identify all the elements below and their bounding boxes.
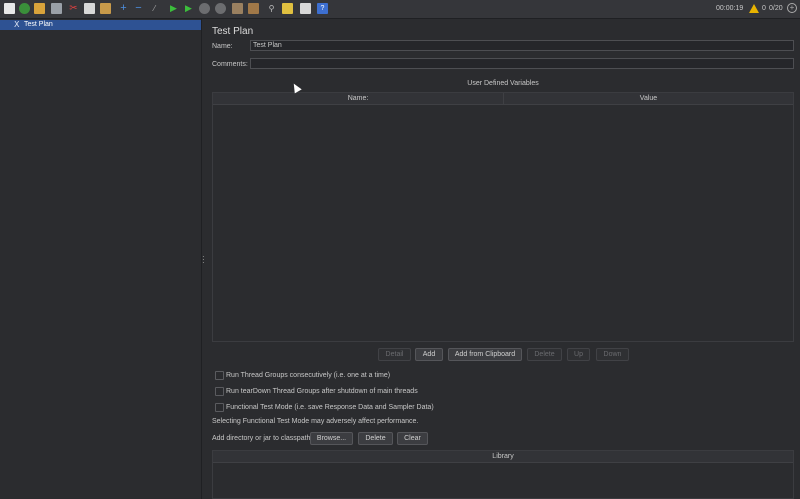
reset-search-icon[interactable] bbox=[282, 3, 293, 14]
teardown-after-shutdown-label: Run tearDown Thread Groups after shutdow… bbox=[226, 388, 418, 395]
warning-icon[interactable] bbox=[749, 4, 759, 13]
column-header-library[interactable]: Library bbox=[213, 451, 793, 463]
tree-item-test-plan[interactable]: Ⅹ Test Plan bbox=[0, 20, 201, 30]
elapsed-timer: 00:00:19 bbox=[716, 5, 744, 12]
classpath-label: Add directory or jar to classpath bbox=[212, 435, 311, 442]
add-button[interactable]: Add bbox=[415, 348, 443, 361]
page-title: Test Plan bbox=[212, 26, 254, 37]
save-icon[interactable] bbox=[51, 3, 62, 14]
name-label: Name: bbox=[212, 43, 233, 50]
teardown-after-shutdown-checkbox[interactable] bbox=[215, 387, 224, 396]
functional-test-mode-label: Functional Test Mode (i.e. save Response… bbox=[226, 404, 434, 411]
comments-field[interactable] bbox=[250, 58, 794, 69]
toolbar: ✂ + − ⁄ ▶ ▶ ⚲ ? 00:00:19 0 0/20 + bbox=[0, 0, 800, 19]
name-field[interactable]: Test Plan bbox=[250, 40, 794, 51]
clear-all-icon[interactable] bbox=[248, 3, 259, 14]
start-icon[interactable]: ▶ bbox=[168, 3, 179, 14]
up-button[interactable]: Up bbox=[567, 348, 590, 361]
function-helper-icon[interactable] bbox=[300, 3, 311, 14]
cut-icon[interactable]: ✂ bbox=[68, 3, 79, 14]
functional-test-mode-checkbox[interactable] bbox=[215, 403, 224, 412]
copy-icon[interactable] bbox=[84, 3, 95, 14]
active-threads-count: 0/20 bbox=[769, 5, 783, 12]
clear-classpath-button[interactable]: Clear bbox=[397, 432, 428, 445]
open-icon[interactable] bbox=[34, 3, 45, 14]
run-consecutively-checkbox[interactable] bbox=[215, 371, 224, 380]
toggle-icon[interactable]: ⁄ bbox=[149, 3, 160, 14]
start-no-pause-icon[interactable]: ▶ bbox=[183, 3, 194, 14]
stop-icon[interactable] bbox=[199, 3, 210, 14]
user-defined-variables-table[interactable]: Name: Value bbox=[212, 92, 794, 342]
functional-mode-note: Selecting Functional Test Mode may adver… bbox=[212, 418, 419, 425]
clear-icon[interactable] bbox=[232, 3, 243, 14]
test-plan-tree: Ⅹ Test Plan bbox=[0, 19, 202, 499]
run-consecutively-label: Run Thread Groups consecutively (i.e. on… bbox=[226, 372, 391, 379]
add-from-clipboard-button[interactable]: Add from Clipboard bbox=[448, 348, 522, 361]
expand-icon[interactable]: + bbox=[118, 3, 129, 14]
delete-variable-button[interactable]: Delete bbox=[527, 348, 562, 361]
help-icon[interactable]: ? bbox=[317, 3, 328, 14]
comments-label: Comments: bbox=[212, 61, 248, 68]
shutdown-icon[interactable] bbox=[215, 3, 226, 14]
delete-classpath-button[interactable]: Delete bbox=[358, 432, 393, 445]
test-plan-icon: Ⅹ bbox=[14, 20, 20, 29]
remote-status-icon[interactable]: + bbox=[787, 3, 797, 13]
search-icon[interactable]: ⚲ bbox=[266, 3, 277, 14]
collapse-icon[interactable]: − bbox=[133, 3, 144, 14]
browse-button[interactable]: Browse... bbox=[310, 432, 353, 445]
templates-icon[interactable] bbox=[19, 3, 30, 14]
warning-count: 0 bbox=[762, 5, 766, 12]
paste-icon[interactable] bbox=[100, 3, 111, 14]
tree-item-label: Test Plan bbox=[24, 21, 53, 28]
detail-button[interactable]: Detail bbox=[378, 348, 411, 361]
classpath-library-table[interactable]: Library bbox=[212, 450, 794, 499]
new-icon[interactable] bbox=[4, 3, 15, 14]
column-header-name[interactable]: Name: bbox=[213, 93, 504, 105]
column-header-value[interactable]: Value bbox=[504, 93, 793, 105]
down-button[interactable]: Down bbox=[596, 348, 629, 361]
